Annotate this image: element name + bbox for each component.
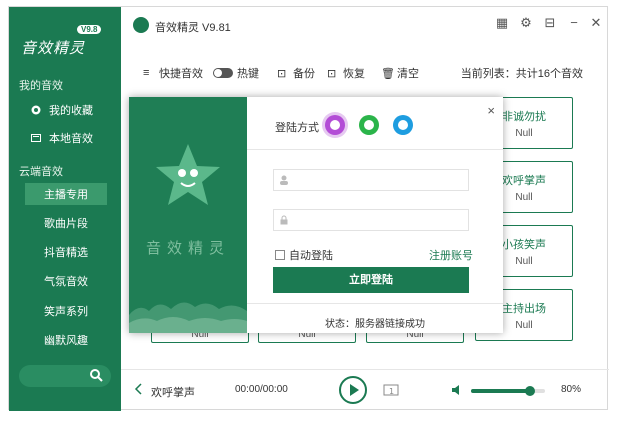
quick-list-icon: ≡	[143, 67, 150, 79]
sidebar-item-humor[interactable]: 幽默风趣	[25, 329, 107, 351]
backup-label: 备份	[293, 68, 315, 80]
app-window: 音效精灵 V9.8 我的音效 我的收藏 本地音效 云端音效 主播专用 歌曲片段 …	[8, 6, 609, 411]
login-dialog: 音效精灵 × 登陆方式 自动登陆 注册账号 立即登陆 状态：服务器链接成功	[129, 97, 503, 333]
star-mascot-icon	[156, 144, 220, 205]
divider	[247, 149, 503, 150]
mini-mode-icon[interactable]: ⊟	[543, 16, 557, 30]
restore-label: 恢复	[343, 68, 365, 80]
volume-fill	[471, 389, 531, 393]
heart-icon	[31, 105, 41, 115]
toggle-switch[interactable]	[213, 68, 233, 78]
divider	[247, 303, 503, 304]
window-title: 音效精灵 V9.81	[155, 22, 231, 34]
app-icon	[133, 17, 149, 33]
sidebar-item-douyin[interactable]: 抖音精选	[25, 241, 107, 263]
settings-icon[interactable]: ⚙	[519, 16, 533, 30]
login-banner: 音效精灵	[129, 97, 247, 333]
volume-knob[interactable]	[525, 386, 536, 396]
hotkey-toggle[interactable]: 热键	[213, 65, 259, 81]
user-icon	[280, 175, 288, 185]
quick-sounds-label: 快捷音效	[159, 68, 203, 80]
backup-button[interactable]: ⊡ 备份	[277, 65, 315, 81]
trees-illustration	[129, 302, 247, 333]
qq-login-icon[interactable]	[393, 115, 413, 135]
section-my-sounds: 我的音效	[19, 80, 63, 92]
title-bar: 音效精灵 V9.81 ▦ ⚙ ⊟ − ✕	[121, 7, 609, 43]
search-icon[interactable]	[89, 368, 103, 382]
quick-sounds-button[interactable]: ≡ 快捷音效	[143, 65, 203, 81]
volume-slider[interactable]	[471, 386, 545, 396]
connection-status: 状态：服务器链接成功	[325, 319, 425, 330]
section-cloud-sounds: 云端音效	[19, 166, 63, 178]
wechat-login-icon[interactable]	[359, 115, 379, 135]
auto-login-checkbox[interactable]: 自动登陆	[275, 247, 333, 263]
restore-icon: ⊡	[327, 68, 337, 80]
account-login-icon[interactable]	[325, 115, 345, 135]
folder-icon	[31, 134, 41, 142]
loop-icon[interactable]: 1	[383, 383, 399, 397]
hotkey-label: 热键	[237, 68, 259, 80]
sidebar-item-favorites[interactable]: 我的收藏	[25, 99, 107, 121]
version-badge: V9.8	[77, 25, 102, 34]
play-time: 00:00/00:00	[235, 384, 288, 395]
clear-button[interactable]: 🗑 清空	[381, 65, 419, 81]
sidebar-item-streamer[interactable]: 主播专用	[25, 183, 107, 205]
player-bar: 欢呼掌声 00:00/00:00 1 80%	[121, 369, 609, 411]
lock-icon	[280, 215, 288, 225]
trash-icon: 🗑	[381, 68, 395, 80]
sidebar-item-label: 我的收藏	[49, 105, 93, 117]
restore-button[interactable]: ⊡ 恢复	[327, 65, 365, 81]
sidebar-item-song-clips[interactable]: 歌曲片段	[25, 212, 107, 234]
toolbar: ≡ 快捷音效 热键 ⊡ 备份 ⊡ 恢复 🗑 清空 当前列表：共计16个音效	[121, 63, 609, 83]
list-count: 当前列表：共计16个音效	[460, 68, 583, 80]
username-field[interactable]	[273, 169, 469, 191]
sidebar-search[interactable]	[19, 365, 111, 387]
banner-brand-text: 音效精灵	[145, 239, 230, 257]
minimize-icon[interactable]: −	[567, 16, 581, 30]
password-field[interactable]	[273, 209, 469, 231]
checkbox[interactable]	[275, 250, 285, 260]
password-input[interactable]	[294, 212, 464, 228]
volume-icon[interactable]	[451, 384, 463, 396]
logo-text: 音效精灵	[21, 39, 86, 57]
app-logo: 音效精灵 V9.8	[19, 21, 109, 61]
backup-icon: ⊡	[277, 68, 287, 80]
grid-view-icon[interactable]: ▦	[495, 16, 509, 30]
sidebar-item-laughter[interactable]: 笑声系列	[25, 300, 107, 322]
auto-login-label: 自动登陆	[289, 250, 333, 262]
svg-text:1: 1	[389, 387, 394, 396]
dialog-close-icon[interactable]: ×	[487, 103, 495, 118]
username-input[interactable]	[294, 172, 464, 188]
sidebar: 音效精灵 V9.8 我的音效 我的收藏 本地音效 云端音效 主播专用 歌曲片段 …	[9, 7, 121, 411]
sidebar-item-local[interactable]: 本地音效	[25, 127, 107, 149]
login-method-label: 登陆方式	[275, 122, 319, 134]
play-button[interactable]	[339, 376, 367, 404]
back-icon[interactable]	[133, 383, 145, 395]
volume-text: 80%	[561, 384, 582, 395]
clear-label: 清空	[397, 68, 419, 80]
login-button[interactable]: 立即登陆	[273, 267, 469, 293]
close-icon[interactable]: ✕	[589, 16, 603, 30]
sidebar-item-atmosphere[interactable]: 气氛音效	[25, 270, 107, 292]
register-link[interactable]: 注册账号	[429, 247, 473, 263]
current-song: 欢呼掌声	[151, 387, 195, 399]
sidebar-item-label: 本地音效	[49, 133, 93, 145]
